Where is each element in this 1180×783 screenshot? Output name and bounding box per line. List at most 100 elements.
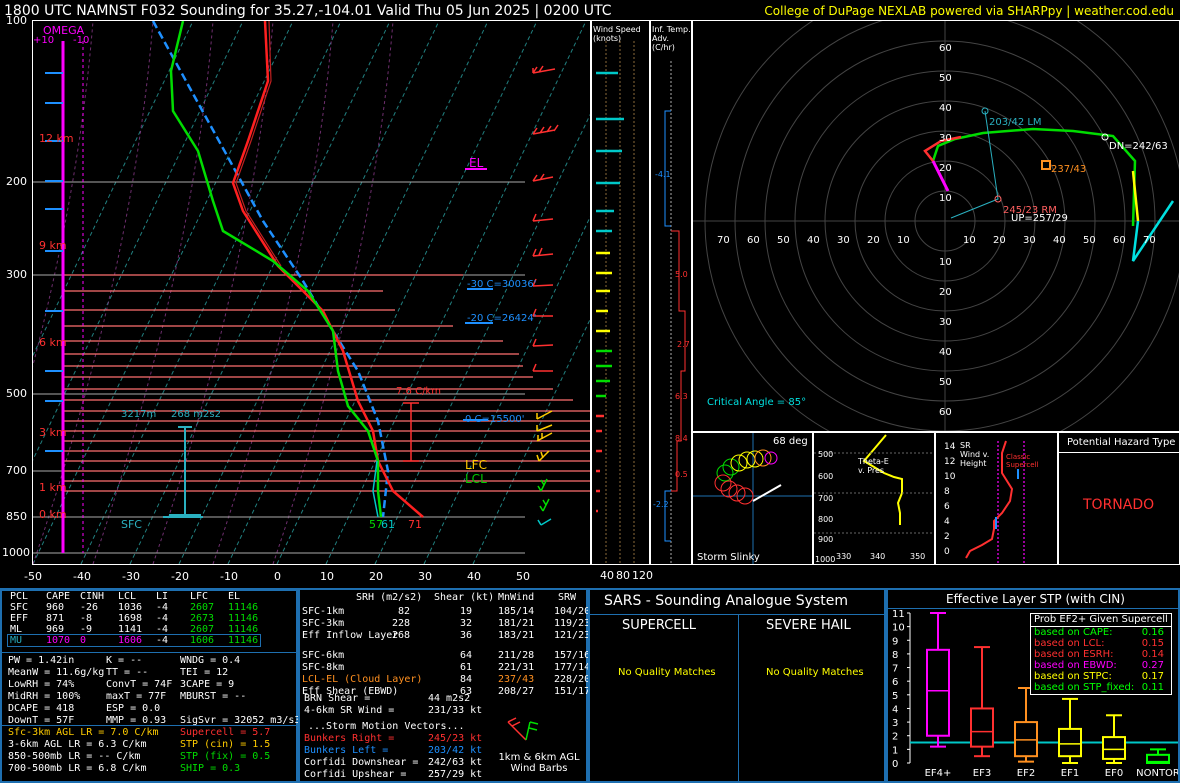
cell: 871 <box>46 613 65 624</box>
omega-tick-minus: -10 <box>73 35 90 46</box>
srwind-y-14: 14 <box>944 442 956 452</box>
cell: -8 <box>80 613 93 624</box>
cell: 1070 <box>46 635 71 646</box>
brn-block: BRN Shear = 44 m2s2 4-6km SR Wind = 231/33… <box>304 693 484 717</box>
hodo-ring-40-top: 40 <box>939 103 952 114</box>
composite-params: Supercell = 5.7 STP (cin) = 1.5 STP (fix… <box>180 727 270 775</box>
cell: 157/16 <box>554 650 591 661</box>
stp-y-tick: 9 <box>892 636 898 647</box>
srwind-note: Classic Supercell <box>1006 453 1039 469</box>
cell: SFC <box>10 602 29 613</box>
stp-y-tick: 10 <box>892 623 905 634</box>
hodo-ring-70-right: 70 <box>1143 235 1156 246</box>
hodo-ring-40-bot: 40 <box>939 347 952 358</box>
kin-hdr-srw: SRW <box>558 592 577 603</box>
table-row: SFC-3km 228 32 181/21 119/23 <box>302 618 591 630</box>
table-row: SFC-6km 64 211/28 157/16 <box>302 650 591 662</box>
prob-label: based on EBWD: <box>1034 660 1117 671</box>
lapse-label: 7.6 C/km <box>396 386 441 397</box>
wind-speed-panel: Wind Speed (knots) <box>591 20 650 565</box>
storm-motion-title: ...Storm Motion Vectors... <box>308 721 465 732</box>
sars-hail-title: SEVERE HAIL <box>766 618 851 633</box>
t-m50: -50 <box>24 570 42 583</box>
brn-shear-label: BRN Shear = <box>304 693 371 704</box>
hdr-li: LI <box>156 591 169 602</box>
stp-y-tick: 8 <box>892 650 898 661</box>
corfidi-down-label: Corfidi Downshear = <box>304 757 419 768</box>
stp-category-label: EF0 <box>1105 768 1123 779</box>
cell: 0 <box>80 635 87 646</box>
slinky-title: Storm Slinky <box>697 552 760 563</box>
index-3cape: 3CAPE = 9 <box>180 679 235 690</box>
hodo-ring-20-top: 20 <box>939 163 952 174</box>
table-row: SFC 960 -26 1036 -4 2607 11146 <box>8 602 260 613</box>
stp-box <box>1102 736 1126 760</box>
bunkers-right-value: 245/23 kt <box>428 733 483 744</box>
index-k: K = -- <box>106 655 143 666</box>
index-maxt: maxT = 77F <box>106 691 167 702</box>
hdr-cape: CAPE <box>46 591 71 602</box>
hodo-lm-label: 203/42 LM <box>989 117 1042 128</box>
adv-val-7: -2.2 <box>653 500 669 509</box>
sfc-label: SFC <box>121 518 142 531</box>
cell: 960 <box>46 602 65 613</box>
brn-shear-value: 44 m2s2 <box>428 693 471 704</box>
hodo-ring-50-bot: 50 <box>939 377 952 388</box>
hodo-ring-50-top: 50 <box>939 73 952 84</box>
hodo-ring-70-left: 70 <box>717 235 730 246</box>
t-m30: -30 <box>122 570 140 583</box>
sr-wind-panel: SR Wind v. Height Classic Supercell 14 1… <box>935 432 1058 565</box>
theta-y-500: 500 <box>818 450 834 459</box>
sfc-wetbulb: 61 <box>381 518 395 531</box>
storm-motion-block: ...Storm Motion Vectors... Bunkers Right… <box>304 721 484 781</box>
prob-value: 0.14 <box>1141 649 1164 660</box>
sars-supercell-result: No Quality Matches <box>618 667 716 678</box>
bunkers-left-value: 203/42 kt <box>428 745 483 756</box>
ws-tick-40: 40 <box>600 569 614 582</box>
index-midrh: MidRH = 100% <box>8 691 81 702</box>
cell: -4 <box>156 635 169 646</box>
t-m40: -40 <box>73 570 91 583</box>
theta-y-1000: 1000 <box>815 555 836 564</box>
cell: 221/31 <box>498 662 535 673</box>
ws-tick-80: 80 <box>616 569 630 582</box>
kin-hdr-mnwind: MnWind <box>498 592 535 603</box>
corfidi-up-value: 257/29 kt <box>428 769 483 780</box>
theta-x-340: 340 <box>870 552 886 561</box>
index-wndg: WNDG = 0.4 <box>180 655 241 666</box>
cell: 84 <box>460 674 473 685</box>
index-pw: PW = 1.42in <box>8 655 75 666</box>
cell: 1606 <box>118 635 143 646</box>
param-ship: SHIP = 0.3 <box>180 763 241 774</box>
adv-val-2: 5.0 <box>675 270 688 279</box>
table-row-selected: MU 1070 0 1606 -4 1606 11146 <box>6 634 262 647</box>
parcel-table: PCL CAPE CINH LCL LI LFC EL SFC 960 -26 103… <box>6 591 262 647</box>
stp-y-tick: 11 <box>892 609 905 620</box>
cell: LCL-EL (Cloud Layer) <box>302 674 423 685</box>
stp-y-tick: 5 <box>892 691 898 702</box>
adv-val-5: 8.4 <box>675 434 688 443</box>
adv-val-6: 0.5 <box>675 470 688 479</box>
sars-hail-result: No Quality Matches <box>766 667 864 678</box>
temp-adv-panel: Inf. Temp. Adv. (C/hr) -4.1 5.0 2.7 6.3 … <box>650 20 692 565</box>
cell: 237/43 <box>498 674 535 685</box>
height-12km: 12 km <box>39 132 74 145</box>
srwind-y-12: 12 <box>944 457 956 467</box>
adv-val-1: -4.1 <box>655 170 671 179</box>
bunkers-right-label: Bunkers Right = <box>304 733 395 744</box>
height-1km: 1 km <box>39 481 67 494</box>
cell: ML <box>10 624 23 635</box>
hodo-ring-40-right: 40 <box>1053 235 1066 246</box>
stp-y-tick: 3 <box>892 718 898 729</box>
stp-y-tick: 7 <box>892 664 898 675</box>
cell: SFC-3km <box>302 618 345 629</box>
stp-y-tick: 2 <box>892 732 898 743</box>
cell: -4 <box>156 613 169 624</box>
omega-tick-plus: +10 <box>33 35 55 46</box>
cell: 119/23 <box>554 618 591 629</box>
cell: 211/28 <box>498 650 535 661</box>
stp-y-tick: 0 <box>892 759 898 770</box>
srwind-y-10: 10 <box>944 472 956 482</box>
t-0: 0 <box>274 570 281 583</box>
prob-label: based on ESRH: <box>1034 649 1114 660</box>
